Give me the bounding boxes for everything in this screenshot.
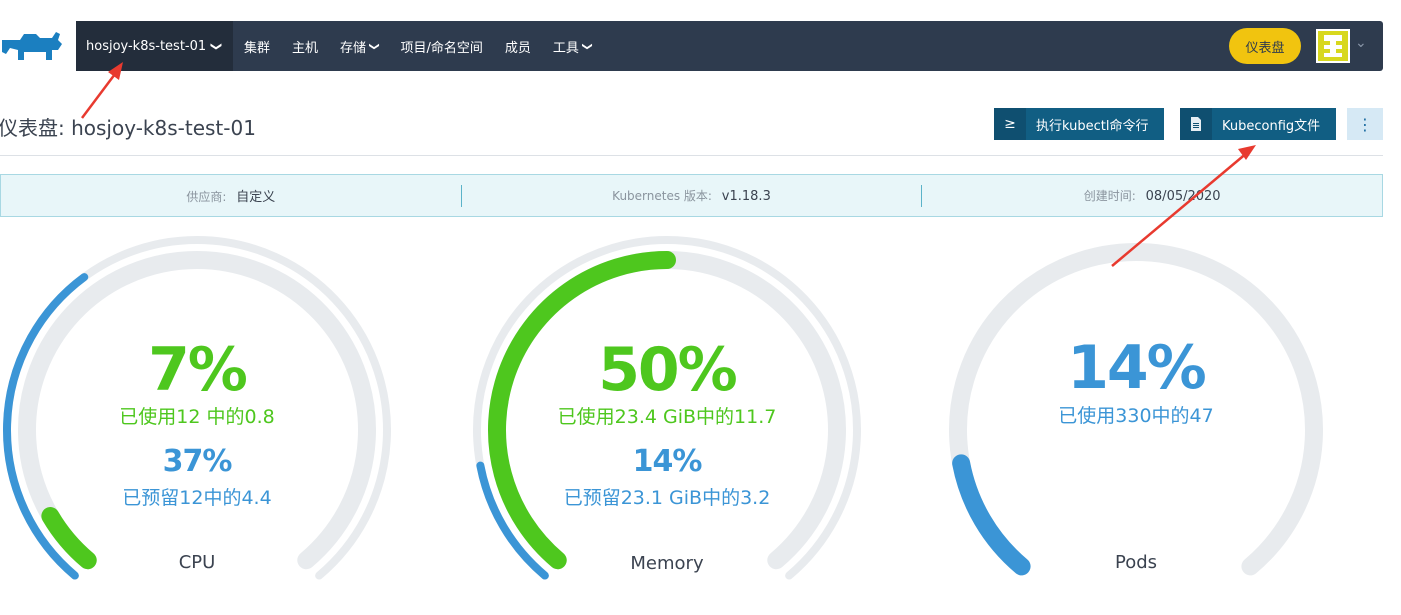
top-navbar: hosjoy-k8s-test-01 ❯ 集群 主机 存储 ❯ 项目/命名空间 成员 工具 ❯…: [76, 21, 1383, 71]
nav-item-label: 主机: [292, 40, 319, 56]
kubectl-shell-button[interactable]: ≥ 执行kubectl命令行: [994, 108, 1164, 140]
memory-gauge: 50% 已使用23.4 GiB中的11.7 14% 已预留23.1 GiB中的3…: [462, 230, 872, 600]
memory-gauge-label: Memory: [630, 553, 704, 574]
nav-item-3[interactable]: 项目/命名空间: [389, 21, 493, 71]
cluster-info-banner: 供应商: 自定义 Kubernetes 版本: v1.18.3 创建时间: 08…: [0, 174, 1383, 217]
nav-item-label: 集群: [244, 40, 271, 56]
file-icon: [1180, 108, 1212, 140]
nav-item-5[interactable]: 工具 ❯: [542, 21, 602, 71]
user-avatar[interactable]: [1316, 29, 1350, 63]
cpu-gauge-label: CPU: [178, 552, 216, 573]
cluster-name: hosjoy-k8s-test-01: [86, 38, 207, 54]
pods-used-percent: 14%: [1067, 333, 1207, 403]
nav-item-1[interactable]: 主机: [281, 21, 329, 71]
avatar-chevron-down-icon[interactable]: ⌄: [1355, 35, 1367, 51]
nav-item-4[interactable]: 成员: [494, 21, 542, 71]
nav-item-label: 成员: [504, 40, 531, 56]
k8s-version-info: Kubernetes 版本: v1.18.3: [462, 187, 922, 204]
created-value: 08/05/2020: [1145, 189, 1221, 204]
rancher-logo[interactable]: [0, 26, 66, 66]
more-actions-button[interactable]: ⋮: [1347, 108, 1383, 140]
cluster-selector[interactable]: hosjoy-k8s-test-01 ❯: [76, 21, 233, 71]
kubectl-button-label: 执行kubectl命令行: [1036, 118, 1149, 134]
terminal-icon: ≥: [994, 108, 1026, 140]
chevron-down-icon: ❯: [581, 41, 593, 51]
page-title: 仪表盘: hosjoy-k8s-test-01: [0, 116, 256, 140]
chevron-down-icon: ❯: [368, 41, 380, 51]
memory-used-percent: 50%: [598, 335, 738, 405]
nav-item-label: 存储: [340, 40, 367, 56]
cpu-reserved-percent: 37%: [162, 444, 233, 479]
cpu-used-text: 已使用12 中的0.8: [119, 406, 275, 428]
provider-value: 自定义: [236, 190, 276, 205]
kubeconfig-button-label: Kubeconfig文件: [1222, 118, 1321, 134]
header-divider: [0, 155, 1383, 156]
created-info: 创建时间: 08/05/2020: [922, 187, 1382, 204]
nav-item-2[interactable]: 存储 ❯: [329, 21, 389, 71]
pods-used-text: 已使用330中的47: [1058, 405, 1214, 427]
k8s-version-label: Kubernetes 版本:: [612, 189, 712, 203]
cpu-gauge: 7% 已使用12 中的0.8 37% 已预留12中的4.4 CPU: [0, 230, 402, 600]
pods-gauge: 14% 已使用330中的47 Pods: [931, 230, 1341, 600]
memory-reserved-text: 已预留23.1 GiB中的3.2: [563, 487, 771, 509]
cpu-reserved-text: 已预留12中的4.4: [122, 487, 272, 509]
pods-gauge-label: Pods: [1114, 552, 1158, 573]
nav-menu: 集群 主机 存储 ❯ 项目/命名空间 成员 工具 ❯: [233, 21, 602, 71]
cpu-used-percent: 7%: [148, 335, 248, 405]
dashboard-button[interactable]: 仪表盘: [1229, 28, 1301, 64]
kubeconfig-file-button[interactable]: Kubeconfig文件: [1180, 108, 1336, 140]
used-arc: [952, 454, 1031, 576]
dashboard-page: hosjoy-k8s-test-01 ❯ 集群 主机 存储 ❯ 项目/命名空间 成员 工具 ❯…: [0, 0, 1401, 615]
nav-item-label: 项目/命名空间: [400, 40, 483, 56]
provider-info: 供应商: 自定义: [1, 186, 461, 205]
created-label: 创建时间:: [1083, 189, 1136, 203]
memory-reserved-percent: 14%: [632, 444, 703, 479]
k8s-version-value: v1.18.3: [721, 189, 771, 204]
nav-item-0[interactable]: 集群: [233, 21, 281, 71]
nav-item-label: 工具: [552, 40, 579, 56]
memory-used-text: 已使用23.4 GiB中的11.7: [557, 406, 777, 428]
chevron-down-icon: ❯: [210, 41, 224, 51]
provider-label: 供应商:: [186, 190, 227, 204]
